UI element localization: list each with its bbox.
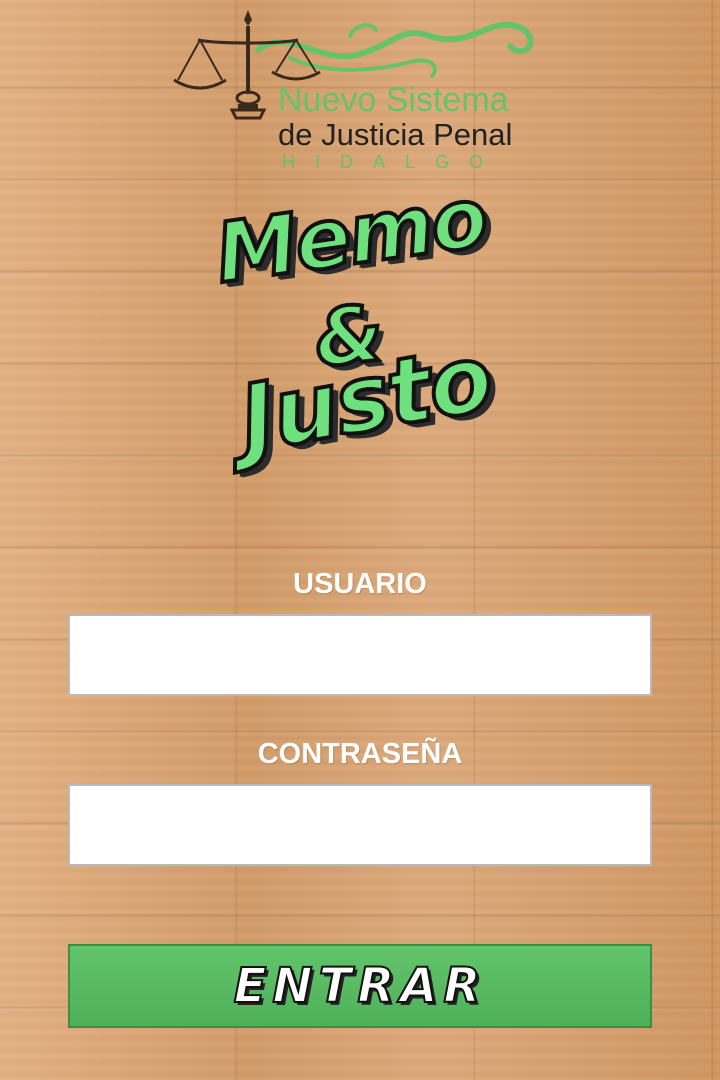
game-title: Memo & Justo: [190, 168, 530, 500]
password-label: CONTRASEÑA: [257, 738, 463, 770]
logo-title-line1: Nuevo Sistema: [278, 81, 509, 119]
logo-subtitle: HIDALGO: [282, 152, 504, 172]
enter-button[interactable]: ENTRAR: [68, 944, 652, 1028]
username-input[interactable]: [68, 614, 652, 696]
title-word-justo: Justo: [230, 322, 500, 475]
enter-button-label: ENTRAR: [233, 957, 487, 1015]
logo-title-line2: de Justicia Penal: [278, 117, 513, 152]
title-word-memo: Memo: [208, 168, 494, 304]
password-input[interactable]: [68, 784, 652, 866]
username-label: USUARIO: [293, 568, 427, 600]
logo: Nuevo Sistema de Justicia Penal HIDALGO: [170, 6, 560, 172]
